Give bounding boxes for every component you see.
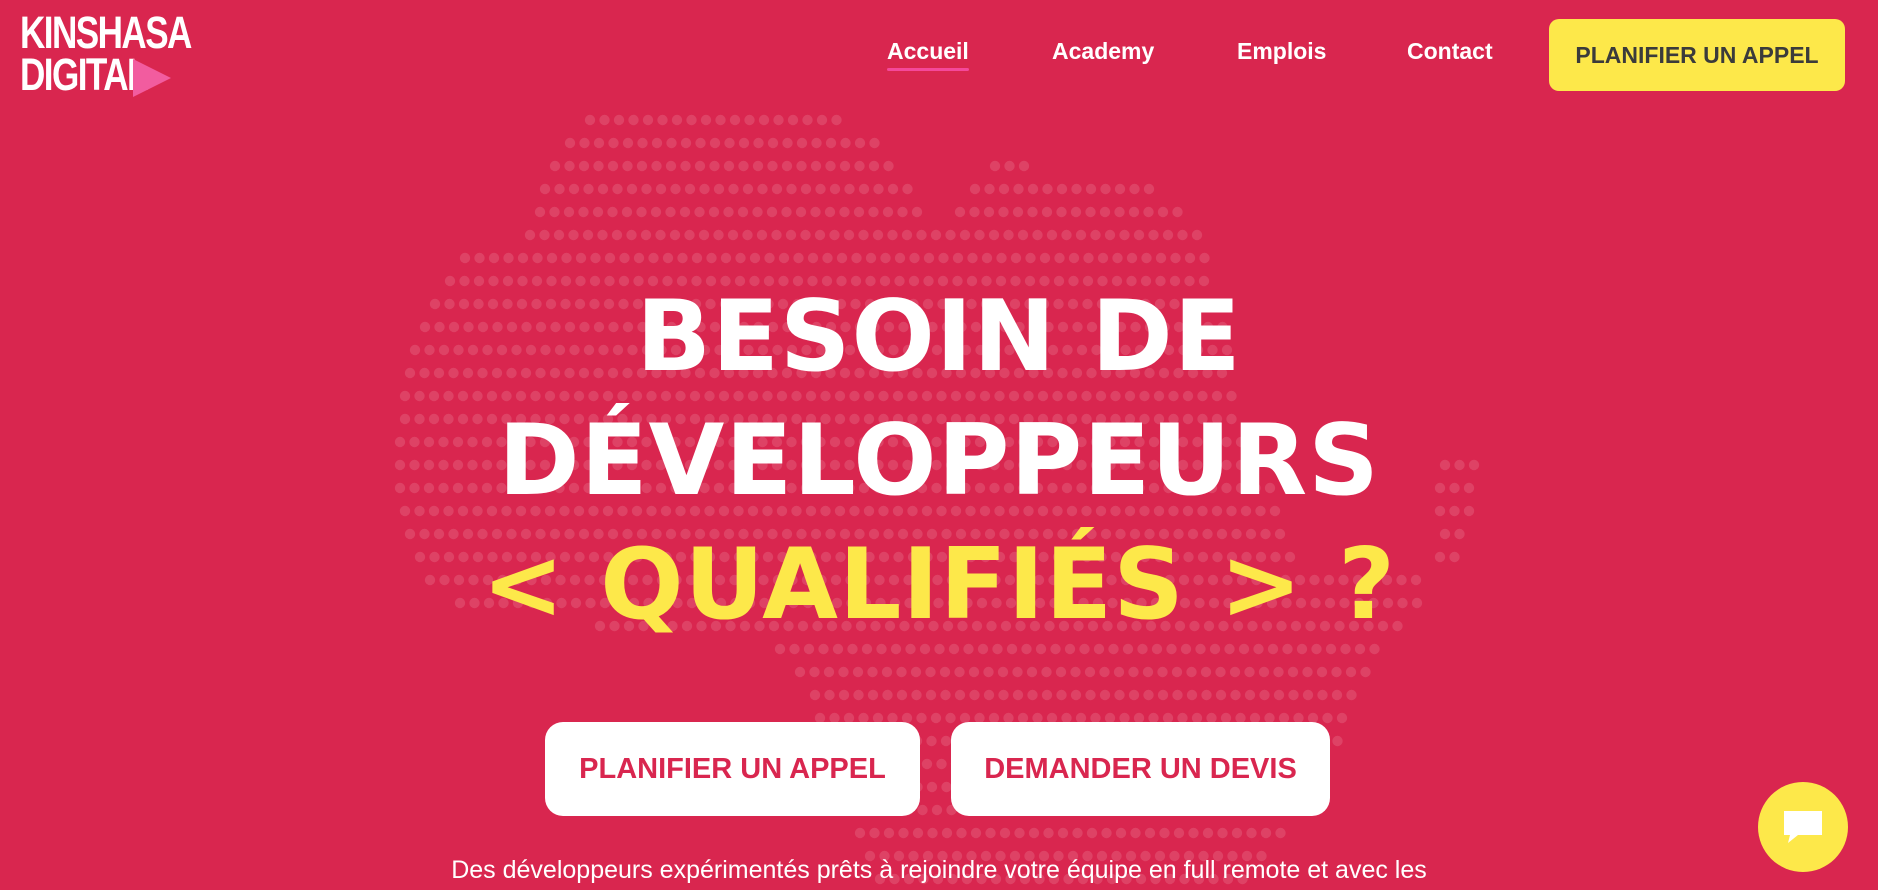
nav-link-accueil[interactable]: Accueil [887,38,969,71]
request-quote-button[interactable]: DEMANDER UN DEVIS [951,722,1330,816]
nav-link-emplois[interactable]: Emplois [1237,38,1326,65]
plan-call-button-header[interactable]: PLANIFIER UN APPEL [1549,19,1845,91]
logo-text-line2: DIGITAL [20,49,148,100]
chat-button[interactable] [1758,782,1848,872]
hero-heading-line2: DÉVELOPPEURS [498,404,1380,518]
chat-bubble-icon [1784,811,1822,843]
play-icon [133,59,171,97]
logo[interactable]: KINSHASA DIGITAL [20,7,192,102]
logo-text-line1: KINSHASA [20,7,192,58]
hero-heading-line3: < QUALIFIÉS > ? [482,528,1396,642]
hero-heading-line1: BESOIN DE [636,280,1242,394]
hero-description: Des développeurs expérimentés prêts à re… [451,856,1427,884]
nav-link-academy[interactable]: Academy [1052,38,1154,65]
nav-link-contact[interactable]: Contact [1407,38,1493,65]
plan-call-button[interactable]: PLANIFIER UN APPEL [545,722,920,816]
